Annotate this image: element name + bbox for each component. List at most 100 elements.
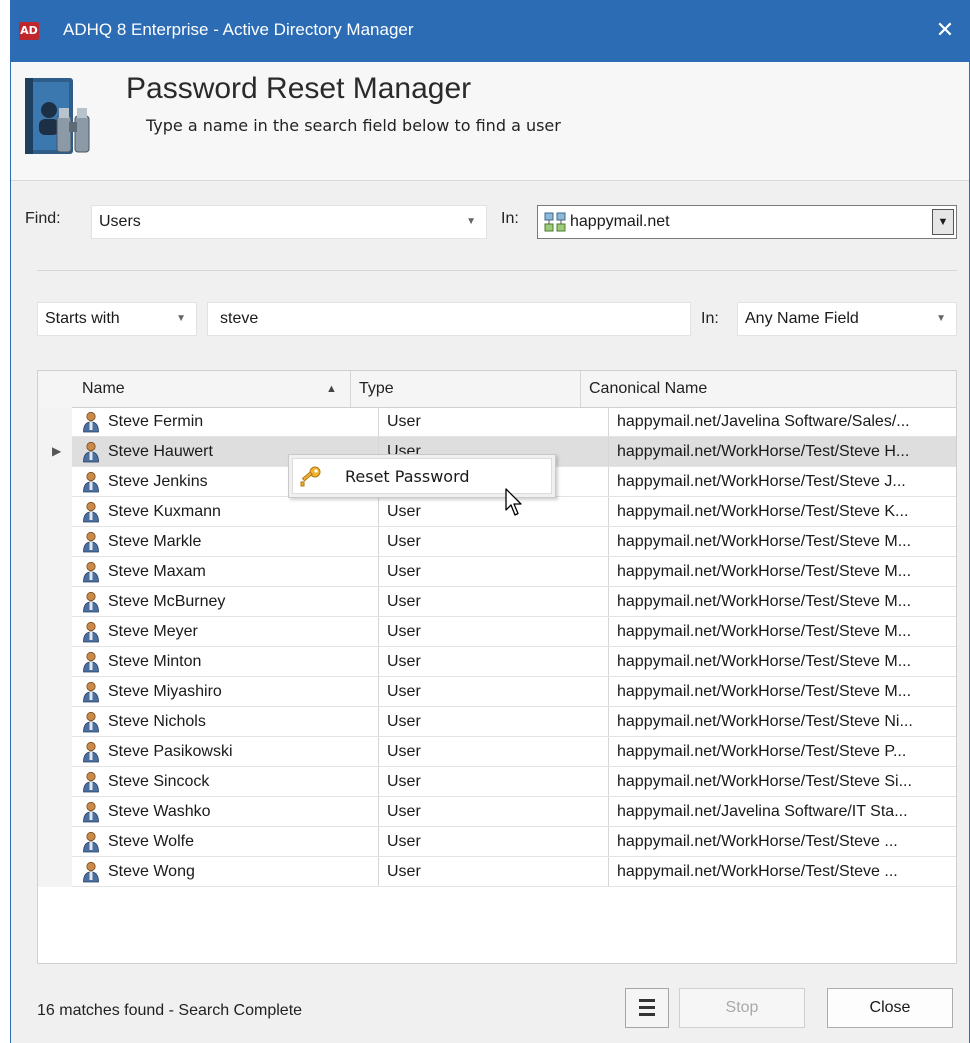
cell-type: User	[378, 617, 608, 646]
cell-type: User	[378, 767, 608, 796]
cell-type: User	[378, 647, 608, 676]
table-row[interactable]: Steve Fermin User happymail.net/Javelina S…	[72, 407, 956, 437]
name-field-value: Any Name Field	[745, 310, 859, 327]
cell-type: User	[378, 497, 608, 526]
user-icon	[82, 681, 100, 703]
page-title: Password Reset Manager	[126, 72, 472, 105]
cell-canonical-name: happymail.net/WorkHorse/Test/Steve Ni...	[608, 707, 956, 736]
cell-canonical-name: happymail.net/WorkHorse/Test/Steve M...	[608, 557, 956, 586]
address-book-binoculars-icon	[25, 78, 90, 154]
cell-name: Steve Meyer	[108, 623, 198, 640]
table-row[interactable]: Steve Wong User happymail.net/WorkHorse/Te…	[72, 857, 956, 887]
cell-canonical-name: happymail.net/WorkHorse/Test/Steve K...	[608, 497, 956, 526]
cell-type: User	[378, 797, 608, 826]
user-icon	[82, 501, 100, 523]
table-row[interactable]: Steve Pasikowski User happymail.net/WorkHo…	[72, 737, 956, 767]
cell-name: Steve Fermin	[108, 413, 204, 430]
menu-icon	[639, 999, 655, 1020]
domain-combo[interactable]: happymail.net ▼	[537, 205, 957, 239]
domain-icon	[544, 212, 566, 232]
cell-type: User	[378, 557, 608, 586]
cell-canonical-name: happymail.net/WorkHorse/Test/Steve M...	[608, 677, 956, 706]
cell-type: User	[378, 827, 608, 856]
cell-name: Steve Washko	[108, 803, 211, 820]
chevron-down-icon: ▼	[176, 313, 186, 324]
find-label: Find:	[25, 210, 61, 227]
domain-value: happymail.net	[570, 213, 670, 230]
cell-type: User	[378, 857, 608, 886]
cell-canonical-name: happymail.net/WorkHorse/Test/Steve J...	[608, 467, 956, 496]
domain-dropdown-button[interactable]: ▼	[932, 209, 954, 235]
table-row[interactable]: Steve Wolfe User happymail.net/WorkHorse/T…	[72, 827, 956, 857]
table-row[interactable]: Steve Washko User happymail.net/Javelina S…	[72, 797, 956, 827]
user-icon	[82, 561, 100, 583]
cell-name: Steve Pasikowski	[108, 743, 233, 760]
cell-type: User	[378, 707, 608, 736]
table-row[interactable]: Steve Miyashiro User happymail.net/WorkHor…	[72, 677, 956, 707]
chevron-down-icon: ▼	[936, 313, 946, 324]
cell-canonical-name: happymail.net/WorkHorse/Test/Steve M...	[608, 617, 956, 646]
row-indicator-column	[38, 407, 72, 887]
column-header-canonical-name[interactable]: Canonical Name	[580, 371, 957, 407]
adhq-app-icon: AD	[19, 22, 39, 40]
user-icon	[82, 711, 100, 733]
cell-name: Steve Markle	[108, 533, 202, 550]
user-icon	[82, 471, 100, 493]
cell-canonical-name: happymail.net/WorkHorse/Test/Steve ...	[608, 857, 956, 886]
cell-name: Steve Wolfe	[108, 833, 194, 850]
match-mode-combo[interactable]: Starts with ▼	[37, 302, 197, 336]
cell-name: Steve Maxam	[108, 563, 206, 580]
user-icon	[82, 621, 100, 643]
divider	[37, 270, 957, 271]
name-field-combo[interactable]: Any Name Field ▼	[737, 302, 957, 336]
cell-canonical-name: happymail.net/Javelina Software/Sales/..…	[608, 407, 956, 436]
table-row[interactable]: Steve Minton User happymail.net/WorkHorse/…	[72, 647, 956, 677]
cell-name: Steve Miyashiro	[108, 683, 222, 700]
sort-ascending-icon: ▲	[326, 383, 337, 395]
table-row[interactable]: Steve Meyer User happymail.net/WorkHorse/T…	[72, 617, 956, 647]
domain-in-label: In:	[501, 210, 519, 227]
search-input[interactable]: steve	[207, 302, 691, 336]
cell-canonical-name: happymail.net/Javelina Software/IT Sta..…	[608, 797, 956, 826]
match-mode-value: Starts with	[45, 310, 120, 327]
cell-name: Steve Minton	[108, 653, 202, 670]
cell-name: Steve Nichols	[108, 713, 206, 730]
table-row[interactable]: Steve Nichols User happymail.net/WorkHorse…	[72, 707, 956, 737]
cell-type: User	[378, 407, 608, 436]
column-header-type[interactable]: Type	[350, 371, 581, 407]
options-menu-button[interactable]	[625, 988, 669, 1028]
cell-canonical-name: happymail.net/WorkHorse/Test/Steve Si...	[608, 767, 956, 796]
cell-type: User	[378, 677, 608, 706]
user-icon	[82, 651, 100, 673]
title-bar: AD ADHQ 8 Enterprise - Active Directory …	[11, 0, 969, 62]
cell-canonical-name: happymail.net/WorkHorse/Test/Steve M...	[608, 587, 956, 616]
find-type-combo[interactable]: Users ▼	[91, 205, 487, 239]
user-icon	[82, 591, 100, 613]
grid-header: Name ▲ Type Canonical Name	[38, 371, 956, 408]
close-button[interactable]: Close	[827, 988, 953, 1028]
page-subtitle: Type a name in the search field below to…	[146, 116, 561, 135]
menu-item-label: Reset Password	[345, 467, 470, 486]
table-row[interactable]: Steve Markle User happymail.net/WorkHorse/…	[72, 527, 956, 557]
table-row[interactable]: Steve McBurney User happymail.net/WorkHors…	[72, 587, 956, 617]
cell-canonical-name: happymail.net/WorkHorse/Test/Steve P...	[608, 737, 956, 766]
close-window-button[interactable]: ✕	[931, 16, 959, 44]
cell-canonical-name: happymail.net/WorkHorse/Test/Steve M...	[608, 647, 956, 676]
table-row[interactable]: Steve Maxam User happymail.net/WorkHorse/T…	[72, 557, 956, 587]
user-icon	[82, 861, 100, 883]
find-type-value: Users	[99, 213, 141, 230]
cell-name: Steve McBurney	[108, 593, 226, 610]
user-icon	[82, 741, 100, 763]
cell-type: User	[378, 737, 608, 766]
mouse-cursor-icon	[505, 488, 522, 516]
field-in-label: In:	[701, 310, 719, 327]
cell-canonical-name: happymail.net/WorkHorse/Test/Steve H...	[608, 437, 956, 466]
user-icon	[82, 531, 100, 553]
key-icon	[300, 466, 321, 487]
stop-button[interactable]: Stop	[679, 988, 805, 1028]
status-text: 16 matches found - Search Complete	[37, 1002, 303, 1019]
table-row[interactable]: Steve Sincock User happymail.net/WorkHorse…	[72, 767, 956, 797]
window-title: ADHQ 8 Enterprise - Active Directory Man…	[63, 20, 414, 39]
user-icon	[82, 831, 100, 853]
user-icon	[82, 771, 100, 793]
